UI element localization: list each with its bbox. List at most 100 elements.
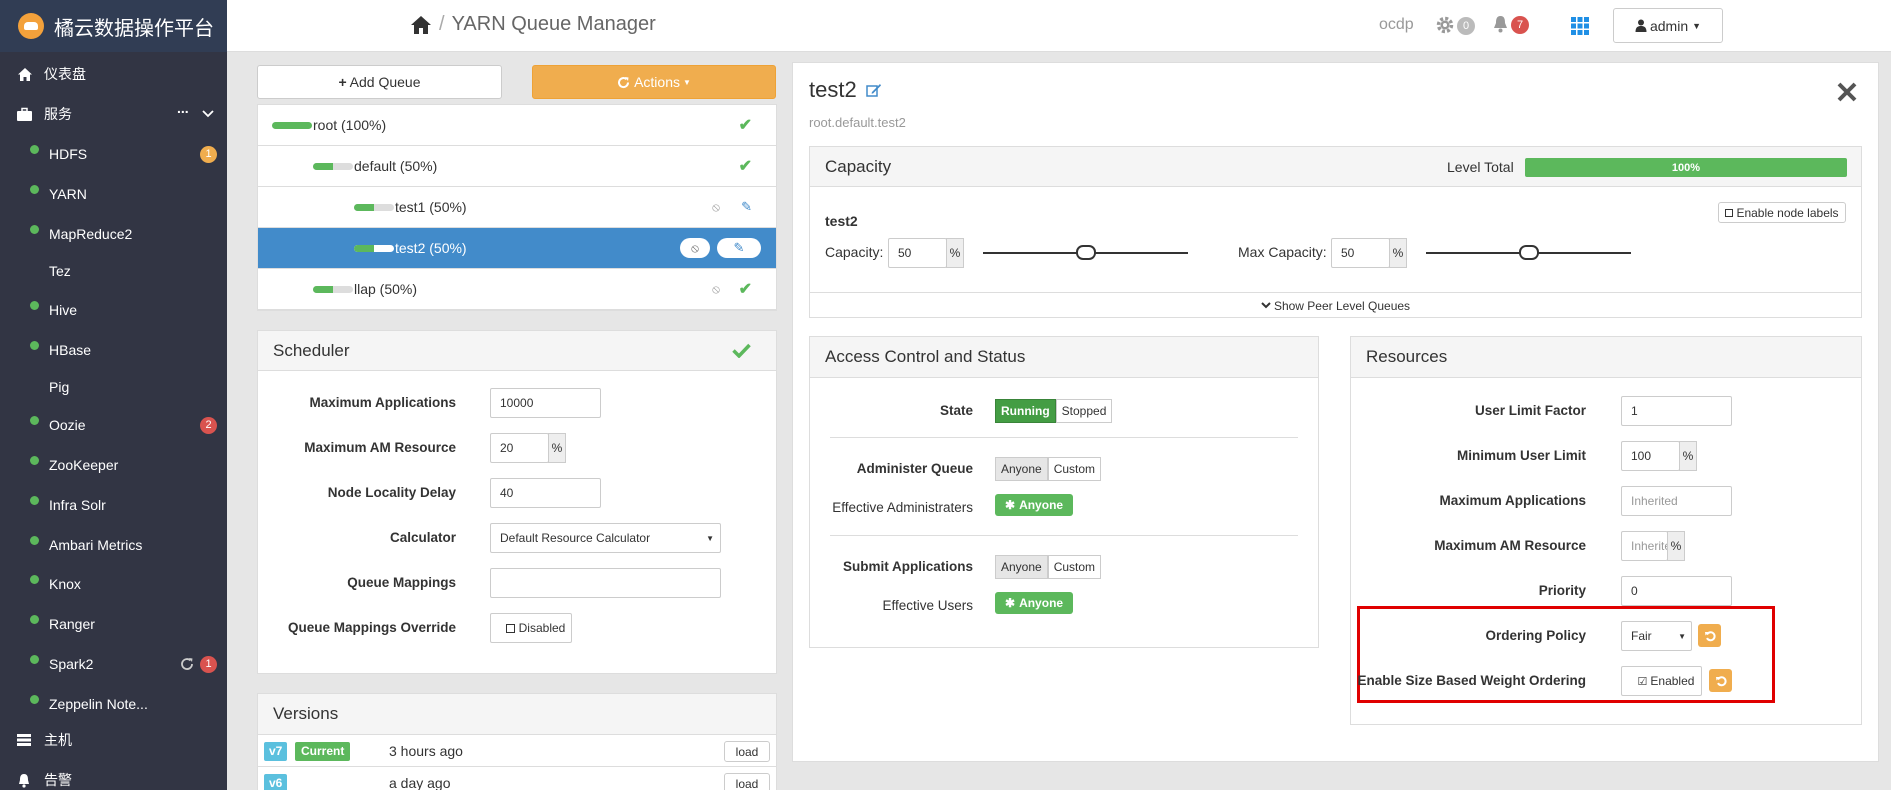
calculator-select[interactable]: Default Resource Calculator ▼ — [490, 523, 721, 553]
refresh-icon — [181, 658, 193, 670]
sidebar-item-label: HBase — [49, 342, 92, 358]
user-menu-button[interactable]: admin ▼ — [1613, 8, 1723, 43]
queue-row[interactable]: test2 (50%) ⦸ ✎ — [258, 228, 776, 269]
administer-anyone-button[interactable]: Anyone — [995, 457, 1048, 481]
ordering-policy-select[interactable]: Fair ▼ — [1621, 621, 1692, 651]
sidebar-item-service[interactable]: Zeppelin Note... — [0, 692, 227, 716]
max-apps-input[interactable]: 10000 — [490, 388, 601, 418]
override-toggle[interactable]: Disabled — [490, 613, 572, 643]
queue-row[interactable]: default (50%) ✔ — [258, 146, 776, 187]
status-dot-icon — [30, 575, 39, 584]
edit-icon[interactable] — [866, 83, 882, 97]
effective-users-badge: ✱ Anyone — [995, 592, 1074, 614]
reset-size-weight-button[interactable] — [1709, 669, 1732, 692]
sidebar-item-services[interactable]: 服务 ... — [0, 100, 227, 126]
check-icon: ✔ — [738, 117, 752, 134]
cluster-name[interactable]: ocdp — [1379, 16, 1414, 34]
apps-grid-icon[interactable] — [1571, 17, 1589, 35]
status-dot-icon — [30, 496, 39, 505]
eye-slash-icon[interactable]: ⦸ — [712, 200, 720, 215]
version-row[interactable]: v6 a day ago load — [258, 767, 776, 790]
sidebar-item-service[interactable]: YARN — [0, 182, 227, 206]
capacity-input[interactable]: 50 — [888, 238, 947, 268]
brand[interactable]: 橘云数据操作平台 — [0, 0, 227, 52]
min-user-limit-label: Minimum User Limit — [1456, 448, 1586, 463]
submit-anyone-button[interactable]: Anyone — [995, 555, 1048, 579]
queue-capacity-bar — [313, 163, 353, 170]
priority-input[interactable]: 0 — [1621, 576, 1732, 606]
queue-row[interactable]: test1 (50%) ⦸ ✎ — [258, 187, 776, 228]
peer-level-label: Show Peer Level Queues — [1273, 298, 1411, 313]
sidebar-item-service[interactable]: Ambari Metrics — [0, 533, 227, 557]
sidebar-item-label: MapReduce2 — [49, 226, 133, 242]
enable-node-labels-button[interactable]: Enable node labels — [1718, 202, 1846, 223]
version-row[interactable]: v7 Current 3 hours ago load — [258, 735, 776, 767]
peer-level-toggle[interactable]: Show Peer Level Queues — [810, 292, 1861, 318]
max-am-label: Maximum AM Resource — [304, 440, 456, 455]
sidebar-item-dashboard[interactable]: 仪表盘 — [0, 62, 227, 86]
sidebar-item-service[interactable]: Infra Solr — [0, 493, 227, 517]
percent-addon: % — [946, 238, 964, 268]
state-running-button[interactable]: Running — [995, 399, 1056, 423]
queue-row[interactable]: root (100%) ✔ — [258, 105, 776, 146]
scheduler-panel: Scheduler Maximum Applications 10000 Max… — [257, 330, 777, 674]
sidebar-item-service[interactable]: HDFS 1 — [0, 142, 227, 166]
load-version-button[interactable]: load — [724, 741, 770, 762]
max-am-input[interactable]: 20 — [490, 433, 549, 463]
max-apps-input[interactable]: Inherited — [1621, 486, 1732, 516]
sidebar-item-service[interactable]: Pig — [0, 375, 227, 399]
bell-icon — [1494, 16, 1507, 33]
administer-toggle[interactable]: Anyone Custom — [995, 457, 1102, 481]
sidebar-item-service[interactable]: Knox — [0, 572, 227, 596]
operations-indicator[interactable]: 0 — [1435, 15, 1475, 36]
capacity-slider-handle[interactable] — [1075, 245, 1096, 260]
close-icon[interactable] — [1836, 81, 1858, 103]
alerts-indicator[interactable]: 7 — [1492, 15, 1529, 35]
chevron-down-icon[interactable] — [202, 110, 214, 118]
max-capacity-slider[interactable] — [1426, 245, 1631, 260]
locality-input[interactable]: 40 — [490, 478, 601, 508]
user-limit-factor-input[interactable]: 1 — [1621, 396, 1732, 426]
level-total-value: 100% — [1671, 161, 1701, 174]
state-toggle[interactable]: Running Stopped — [995, 399, 1113, 423]
mappings-label: Queue Mappings — [347, 575, 456, 590]
administer-custom-button[interactable]: Custom — [1047, 457, 1102, 481]
max-capacity-input[interactable]: 50 — [1331, 238, 1390, 268]
max-am-input[interactable]: Inherite — [1621, 531, 1668, 561]
resources-header: Resources — [1351, 337, 1861, 378]
briefcase-icon — [17, 107, 32, 121]
sidebar-item-alerts[interactable]: 告警 — [0, 768, 227, 790]
capacity-slider[interactable] — [983, 245, 1188, 260]
mappings-input[interactable] — [490, 568, 721, 598]
percent-addon: % — [1679, 441, 1697, 471]
user-icon — [1635, 19, 1647, 32]
sidebar-item-service[interactable]: Ranger — [0, 612, 227, 636]
reset-ordering-button[interactable] — [1698, 624, 1721, 647]
eye-slash-icon[interactable]: ⦸ — [712, 282, 720, 297]
size-weight-ordering-toggle[interactable]: ☑ Enabled — [1621, 666, 1702, 696]
sidebar-item-service[interactable]: Oozie 2 — [0, 413, 227, 437]
eye-slash-icon[interactable]: ⦸ — [680, 238, 710, 258]
submit-custom-button[interactable]: Custom — [1047, 555, 1102, 579]
sidebar-item-service[interactable]: Spark2 1 — [0, 652, 227, 676]
add-queue-button[interactable]: + Add Queue — [257, 65, 502, 99]
min-user-limit-input[interactable]: 100 — [1621, 441, 1680, 471]
sidebar-item-hosts[interactable]: 主机 — [0, 728, 227, 752]
queue-row[interactable]: llap (50%) ⦸ ✔ — [258, 269, 776, 310]
sidebar-item-service[interactable]: ZooKeeper — [0, 453, 227, 477]
check-icon[interactable] — [732, 343, 751, 358]
max-capacity-slider-handle[interactable] — [1518, 245, 1539, 260]
home-icon[interactable] — [410, 15, 432, 35]
actions-dropdown-button[interactable]: Actions ▼ — [532, 65, 776, 99]
submit-toggle[interactable]: Anyone Custom — [995, 555, 1102, 579]
state-stopped-button[interactable]: Stopped — [1055, 399, 1113, 423]
sidebar-item-service[interactable]: Tez — [0, 259, 227, 283]
edit-icon[interactable]: ✎ — [717, 238, 761, 258]
sidebar-item-service[interactable]: Hive — [0, 298, 227, 322]
more-icon[interactable]: ... — [177, 100, 189, 116]
sidebar-item-service[interactable]: MapReduce2 — [0, 222, 227, 246]
sidebar-item-service[interactable]: HBase — [0, 338, 227, 362]
edit-icon[interactable]: ✎ — [741, 199, 752, 215]
caret-down-icon: ▼ — [683, 77, 691, 87]
load-version-button[interactable]: load — [724, 773, 770, 790]
